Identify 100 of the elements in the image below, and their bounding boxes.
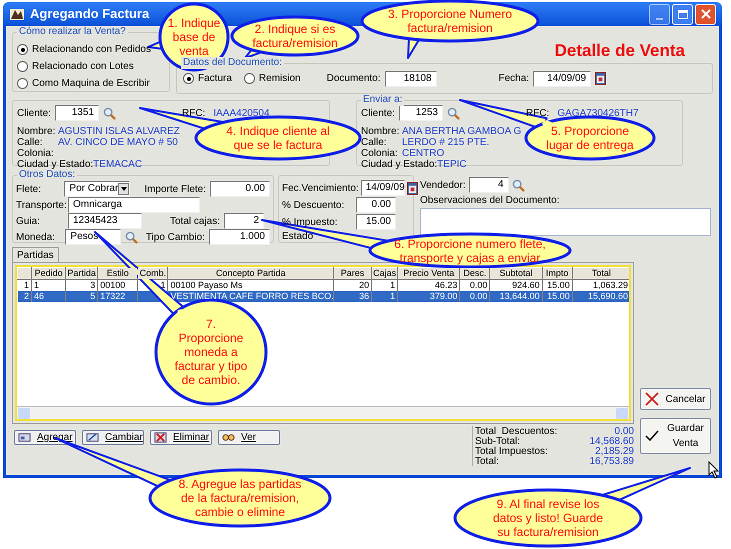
table-cell: 2	[18, 290, 32, 302]
field-label: Moneda:	[16, 232, 56, 242]
field-label: Calle:	[17, 137, 44, 148]
callout-text: 8. Agregue las partidas de la factura/remision, cambie o elimine	[178, 477, 302, 519]
table-cell: 0.00	[460, 290, 490, 302]
field-value: AGUSTIN ISLAS ALVAREZ	[58, 126, 180, 137]
input-field[interactable]: 2	[224, 213, 264, 229]
group-legend: Enviar a:	[361, 94, 404, 106]
total-value: 14,568.60	[590, 436, 634, 446]
callout-text: 7. Proporcione moneda a facturar y tipo de cambio.	[174, 317, 248, 387]
field-label: Total cajas:	[170, 216, 220, 226]
total-value: 0.00	[614, 426, 634, 436]
table-cell: 17322	[98, 290, 138, 302]
input-field[interactable]: 12345423	[68, 213, 142, 229]
column-header[interactable]: Total	[572, 268, 629, 280]
column-header[interactable]: Precio Venta	[398, 268, 460, 280]
column-header[interactable]: Pares	[333, 268, 372, 280]
total-value: 16,753.89	[590, 456, 634, 466]
field-label: Vendedor:	[420, 180, 466, 190]
field-label: Ciudad y Estado:	[361, 159, 438, 170]
column-header[interactable]: Comb.	[138, 268, 168, 280]
save-button[interactable]: Guardar Venta	[640, 418, 711, 454]
input-field[interactable]: 0.00	[210, 181, 270, 197]
input-field[interactable]: Pesos	[65, 229, 121, 245]
input-field[interactable]: 1351	[55, 105, 99, 121]
column-header[interactable]: Concepto Partida	[168, 268, 334, 280]
action-button[interactable]: Ver	[218, 430, 280, 445]
field-value: LERDO # 215 PTE.	[402, 137, 490, 148]
dropdown[interactable]: Por Cobrar	[64, 181, 130, 197]
group-legend: Datos del Documento:	[181, 57, 284, 69]
column-header[interactable]: Cajas	[372, 268, 398, 280]
field-value: TEMACAC	[93, 159, 142, 170]
field-value: ANA BERTHA GAMBOA G	[402, 126, 522, 137]
field-label: Flete:	[16, 184, 42, 194]
field-value: AV. CINCO DE MAYO # 50	[58, 137, 178, 148]
table-cell: 15,690.60	[572, 290, 629, 302]
field-label: Fec.Vencimiento:	[282, 182, 359, 194]
field-label: Importe Flete:	[144, 184, 206, 194]
field-label: Tipo Cambio:	[146, 232, 205, 242]
table-cell: 15.00	[542, 290, 572, 302]
radio-option[interactable]: Relacionado con Lotes	[17, 59, 134, 74]
input-field[interactable]: Omnicarga	[68, 197, 200, 213]
field-label: Estado	[282, 231, 314, 242]
field-label: Sub-Total:	[475, 436, 520, 446]
field-label: Total Descuentos:	[475, 426, 558, 436]
field-label: Transporte:	[16, 200, 64, 210]
field-label: Calle:	[361, 137, 388, 148]
column-header[interactable]: Pedido	[32, 268, 66, 280]
callout-text: 9. Al final revise los datos y listo! Guarde su factura/remision	[492, 497, 604, 539]
field-label: Total Impuestos:	[475, 446, 548, 456]
callout-text: 4. Indique cliente al que se le factura	[226, 124, 330, 152]
table-cell: 5	[66, 290, 98, 302]
field-label: RFC:	[526, 108, 550, 118]
field-label: Total:	[475, 456, 499, 466]
rfc-value: GAGA730426TH7	[557, 108, 639, 118]
table-cell: 1	[372, 290, 398, 302]
field-label: Ciudad y Estado:	[17, 159, 94, 170]
radio-option[interactable]: Como Maquina de Escribir	[17, 76, 150, 91]
field-label: Nombre:	[17, 126, 56, 137]
field-label: Colonia:	[361, 148, 399, 159]
input-field[interactable]: 15.00	[356, 214, 396, 230]
field-value: TEPIC	[437, 159, 467, 170]
input-field[interactable]: 1253	[399, 105, 443, 121]
radio-option[interactable]: Remision	[244, 71, 301, 86]
column-header[interactable]: Subtotal	[490, 268, 542, 280]
table-cell: 46	[32, 290, 66, 302]
action-button[interactable]: Eliminar	[150, 430, 212, 445]
total-value: 2,185.29	[595, 446, 634, 456]
field-label: Documento:	[326, 73, 381, 84]
input-field[interactable]: 4	[468, 177, 509, 193]
cancel-button[interactable]: Cancelar	[640, 388, 711, 410]
column-header[interactable]: Impto	[542, 268, 572, 280]
input-field[interactable]: 14/09/09	[360, 180, 405, 196]
field-label: Fecha:	[498, 73, 530, 84]
form-heading: Detalle de Venta	[554, 41, 685, 61]
field-label: Observaciones del Documento:	[420, 195, 560, 206]
table-cell: 36	[333, 290, 372, 302]
field-label: Cliente:	[361, 108, 396, 118]
field-label: Nombre:	[361, 126, 400, 137]
rfc-value: IAAA420504	[213, 108, 270, 118]
radio-option[interactable]: Relacionando con Pedidos	[17, 42, 151, 57]
input-field[interactable]: 18108	[384, 70, 437, 86]
tab[interactable]: Partidas	[12, 247, 59, 262]
action-button[interactable]: Cambiar	[82, 430, 144, 445]
callout-text: 1. Indique base de venta	[168, 16, 220, 58]
callout-text: 5. Proporcione lugar de entrega	[546, 124, 634, 152]
input-field[interactable]: 0.00	[356, 197, 396, 213]
field-label: Guia:	[16, 216, 41, 226]
input-field[interactable]: 14/09/09	[533, 70, 592, 86]
field-label: Cliente:	[17, 108, 52, 118]
window-title: Agregando Factura	[30, 5, 150, 24]
field-label: % Descuento:	[282, 200, 344, 210]
radio-option[interactable]: Factura	[183, 71, 232, 86]
input-field[interactable]: 1.000	[208, 229, 270, 245]
column-header[interactable]: Partida	[66, 268, 98, 280]
column-header[interactable]: Estilo	[98, 268, 138, 280]
table-cell: 379.00	[398, 290, 460, 302]
table-cell: 13,644.00	[490, 290, 542, 302]
callout-text: 6. Proporcione numero flete, transporte y cajas a enviar	[394, 236, 546, 264]
callout-text: 3. Proporcione Numero factura/remision	[388, 7, 512, 35]
